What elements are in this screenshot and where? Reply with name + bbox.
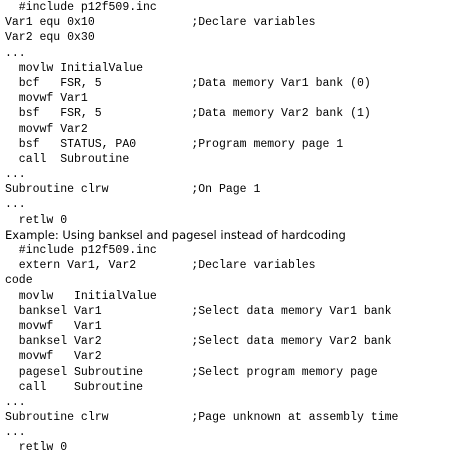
code-line: ... — [5, 197, 398, 212]
comment-padding — [102, 305, 192, 318]
code-line: movlw InitialValue — [5, 289, 398, 304]
code-line: Var2 equ 0x30 — [5, 30, 398, 45]
comment-padding — [143, 366, 191, 379]
section-heading: Example: Using banksel and pagesel inste… — [5, 227, 346, 242]
code-line: bcf FSR, 5 ;Data memory Var1 bank (0) — [5, 76, 398, 91]
code-comment: ;Select data memory Var1 bank — [191, 304, 392, 318]
code-line: movwf Var1 — [5, 91, 398, 106]
comment-padding — [102, 107, 192, 120]
code-line: retlw 0 — [5, 213, 398, 228]
code-line: ... — [5, 395, 398, 410]
code-line: extern Var1, Var2 ;Declare variables — [5, 258, 398, 273]
code-text: ... — [5, 198, 26, 212]
code-line: code — [5, 273, 398, 288]
code-line: ... — [5, 167, 398, 182]
comment-padding — [136, 138, 191, 151]
code-text: ... — [5, 426, 26, 440]
code-text: ... — [5, 168, 26, 182]
code-comment: ;On Page 1 — [191, 183, 261, 197]
code-text: movlw InitialValue — [5, 61, 144, 75]
code-text: bcf FSR, 5 — [5, 76, 102, 90]
comment-padding — [102, 335, 192, 348]
comment-padding — [109, 411, 192, 424]
comment-padding — [136, 259, 191, 272]
comment-padding — [95, 16, 192, 29]
code-line: movwf Var2 — [5, 349, 398, 364]
code-text: banksel Var1 — [5, 304, 102, 318]
code-line: Subroutine clrw ;Page unknown at assembl… — [5, 410, 398, 425]
code-text: movwf Var1 — [5, 319, 102, 333]
code-text: retlw 0 — [5, 441, 68, 455]
code-text: ... — [5, 46, 26, 60]
code-comment: ;Select data memory Var2 bank — [191, 335, 392, 349]
code-text: bsf FSR, 5 — [5, 107, 102, 121]
code-line: movlw InitialValue — [5, 61, 398, 76]
code-text: extern Var1, Var2 — [5, 259, 137, 273]
code-comment: ;Page unknown at assembly time — [191, 411, 399, 425]
code-text: bsf STATUS, PA0 — [5, 137, 137, 151]
code-comment: ;Data memory Var1 bank (0) — [191, 76, 371, 90]
code-line: banksel Var2 ;Select data memory Var2 ba… — [5, 334, 398, 349]
code-text: movlw InitialValue — [5, 289, 157, 303]
code-text: code — [5, 274, 33, 288]
code-comment: ;Data memory Var2 bank (1) — [191, 107, 371, 121]
code-text: movwf Var1 — [5, 92, 88, 106]
code-line: pagesel Subroutine ;Select program memor… — [5, 365, 398, 380]
code-text: call Subroutine — [5, 152, 130, 166]
code-text: retlw 0 — [5, 213, 68, 227]
code-comment: ;Program memory page 1 — [191, 137, 344, 151]
code-line: #include p12f509.inc — [5, 0, 398, 15]
code-comment: ;Select program memory page — [191, 365, 378, 379]
code-text: #include p12f509.inc — [5, 244, 157, 257]
code-line: ... — [5, 46, 398, 61]
code-line: #include p12f509.inc — [5, 243, 398, 258]
code-text: Subroutine clrw — [5, 183, 109, 197]
code-line: bsf FSR, 5 ;Data memory Var2 bank (1) — [5, 106, 398, 121]
comment-padding — [102, 77, 192, 90]
code-line: retlw 0 — [5, 440, 398, 455]
code-text: Var2 equ 0x30 — [5, 31, 95, 45]
code-text: call Subroutine — [5, 380, 144, 394]
code-text: ... — [5, 395, 26, 409]
code-listing: #include p12f509.inc Var1 equ 0x10 ;Decla… — [5, 0, 398, 456]
comment-padding — [109, 183, 192, 196]
code-line: ... — [5, 425, 398, 440]
code-text: banksel Var2 — [5, 335, 102, 349]
code-text: movwf Var2 — [5, 122, 88, 136]
code-line: Subroutine clrw ;On Page 1 — [5, 182, 398, 197]
code-text: pagesel Subroutine — [5, 365, 144, 379]
code-text: Subroutine clrw — [5, 411, 109, 425]
code-line: call Subroutine — [5, 380, 398, 395]
code-line: movwf Var1 — [5, 319, 398, 334]
code-line: Var1 equ 0x10 ;Declare variables — [5, 15, 398, 30]
code-text: movwf Var2 — [5, 350, 102, 364]
code-comment: ;Declare variables — [191, 16, 316, 30]
code-line: call Subroutine — [5, 152, 398, 167]
code-line: bsf STATUS, PA0 ;Program memory page 1 — [5, 137, 398, 152]
code-text: Var1 equ 0x10 — [5, 16, 95, 30]
code-line: movwf Var2 — [5, 122, 398, 137]
code-text: #include p12f509.inc — [5, 1, 157, 14]
code-comment: ;Declare variables — [191, 259, 316, 273]
code-line: banksel Var1 ;Select data memory Var1 ba… — [5, 304, 398, 319]
